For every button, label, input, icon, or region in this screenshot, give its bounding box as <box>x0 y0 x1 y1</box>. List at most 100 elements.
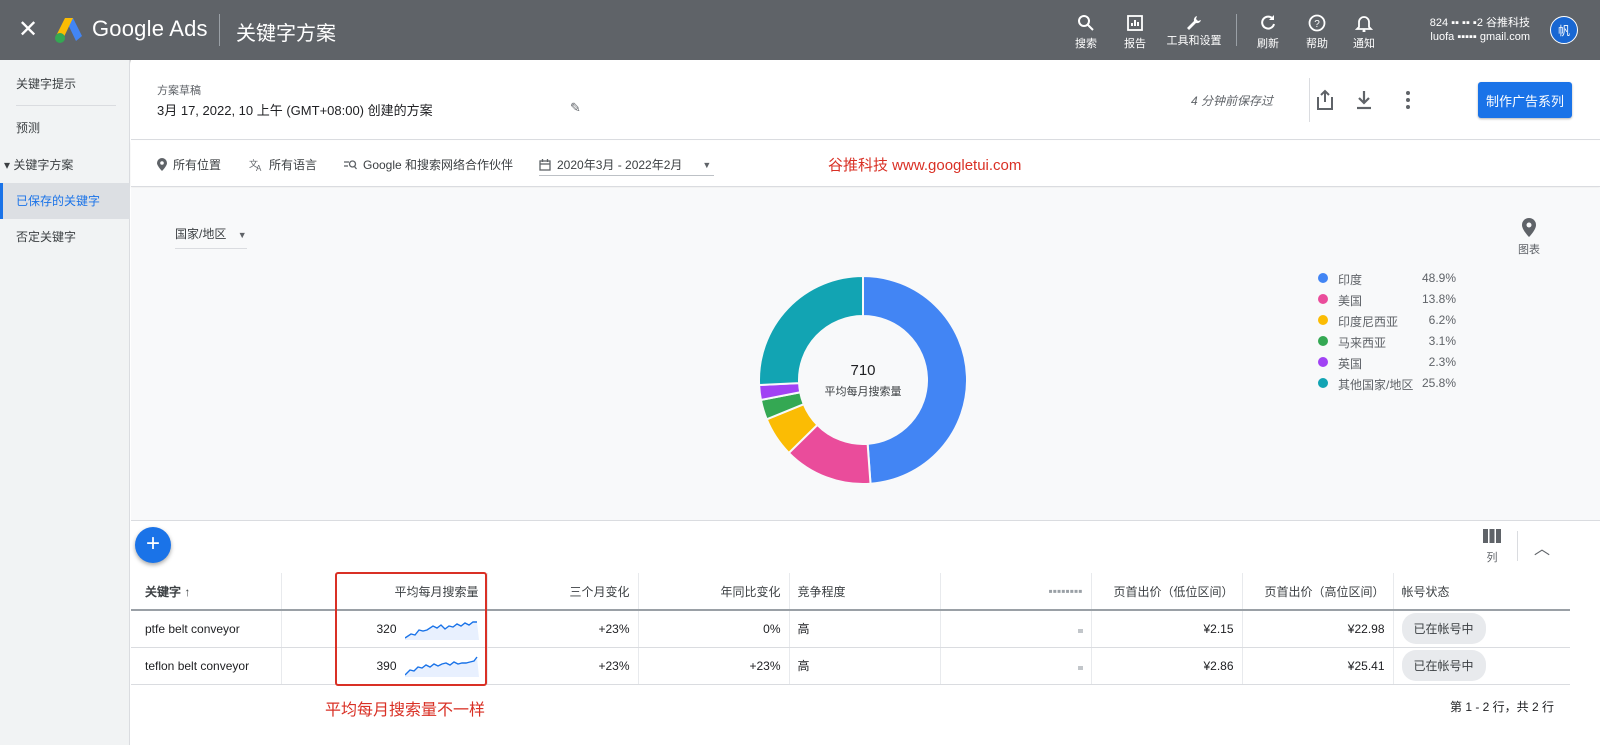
share-icon[interactable] <box>1313 88 1337 112</box>
chart-legend: 印度 48.9% 美国 13.8% 印度尼西亚 6.2% 马来西亚 3.1% 英国 2.3% 其他国… <box>1316 270 1456 396</box>
sidebar-item-negative-keywords[interactable]: 否定关键字 <box>0 219 130 255</box>
report-icon <box>1127 15 1143 31</box>
wrench-icon <box>1187 16 1201 30</box>
tools-settings-label: 工具和设置 <box>1166 35 1222 47</box>
sidebar: 关键字提示 预测 ▾ 关键字方案 已保存的关键字 否定关键字 <box>0 60 130 745</box>
legend-swatch <box>1318 294 1328 304</box>
close-icon[interactable]: ✕ <box>14 16 42 44</box>
map-view-label: 图表 <box>1518 244 1540 256</box>
search-label: 搜索 <box>1075 38 1097 50</box>
search-button[interactable]: 搜索 <box>1058 14 1114 51</box>
redacted-cell <box>940 647 1092 685</box>
language-filter[interactable]: 文A 所有语言 <box>249 156 317 173</box>
column-header-competition[interactable]: 竞争程度 <box>789 573 941 611</box>
chevron-up-icon[interactable]: ︿ <box>1534 535 1550 559</box>
column-header-avg-monthly-searches[interactable]: 平均每月搜索量 <box>336 573 488 611</box>
plan-header: 方案草稿 3月 17, 2022, 10 上午 (GMT+08:00) 创建的方… <box>131 60 1600 140</box>
page-title: 关键字方案 <box>236 23 336 45</box>
legend-swatch <box>1318 378 1328 388</box>
legend-value: 2.3% <box>1428 355 1456 369</box>
column-header-yoy-change[interactable]: 年同比变化 <box>638 573 790 611</box>
notifications-button[interactable]: 通知 <box>1336 14 1392 51</box>
brand-name: Google Ads <box>92 16 208 41</box>
column-header-top-bid-low[interactable]: 页首出价（低位区间） <box>1091 573 1243 611</box>
avatar[interactable]: 帆 <box>1550 16 1578 44</box>
calendar-icon <box>539 158 551 171</box>
table-row[interactable]: teflon belt conveyor 390 +23% +23% 高 ¥2.… <box>131 647 1570 685</box>
topbar-separator <box>1236 14 1237 46</box>
more-vert-icon[interactable] <box>1396 88 1420 112</box>
help-icon: ? <box>1308 14 1326 32</box>
competition-cell: 高 <box>789 647 941 685</box>
legend-value: 6.2% <box>1428 313 1456 327</box>
status-badge[interactable]: 已在帐号中 <box>1401 650 1486 681</box>
sidebar-item-forecast[interactable]: 预测 <box>0 110 130 146</box>
sidebar-divider <box>16 105 116 106</box>
refresh-button[interactable]: 刷新 <box>1240 14 1296 51</box>
legend-value: 25.8% <box>1421 376 1456 390</box>
translate-icon: 文A <box>249 158 262 171</box>
avg-searches-cell: 320 <box>336 610 488 648</box>
top-bid-low-cell: ¥2.15 <box>1091 610 1243 648</box>
bell-icon <box>1355 16 1373 32</box>
donut-slice-5[interactable] <box>758 274 864 387</box>
report-label: 报告 <box>1124 38 1146 50</box>
pencil-icon[interactable]: ✎ <box>570 100 581 116</box>
location-filter[interactable]: 所有位置 <box>157 156 221 173</box>
donut-slice-0[interactable] <box>862 274 968 485</box>
create-campaign-button[interactable]: 制作广告系列 <box>1478 82 1572 118</box>
column-header-three-month-change[interactable]: 三个月变化 <box>487 573 639 611</box>
filter-bar: 所有位置 文A 所有语言 Google 和搜索网络合作伙伴 2020年3月 - … <box>131 141 1600 187</box>
sidebar-item-saved-keywords[interactable]: 已保存的关键字 <box>0 183 130 219</box>
date-range-filter[interactable]: 2020年3月 - 2022年2月 ▼ <box>539 156 714 176</box>
legend-value: 13.8% <box>1421 292 1456 306</box>
tools-settings-button[interactable]: 工具和设置 <box>1158 14 1230 47</box>
refresh-icon <box>1261 15 1275 30</box>
geo-chart-panel: 国家/地区 ▼ 图表 710 平均每月搜索量 印度 48.9% 美国 13.8% 印度尼… <box>131 188 1600 520</box>
avg-searches-value: 320 <box>376 621 397 636</box>
column-header-keyword[interactable]: 关键字 ↑ <box>131 573 282 611</box>
table-row[interactable]: ptfe belt conveyor 320 +23% 0% 高 ¥2.15 ¥… <box>131 610 1570 648</box>
sidebar-item-keyword-ideas[interactable]: 关键字提示 <box>0 66 130 102</box>
svg-text:?: ? <box>1314 19 1320 30</box>
column-header-redacted[interactable]: ▪▪▪▪▪▪▪▪ <box>940 573 1092 611</box>
add-keyword-button[interactable]: + <box>135 527 171 563</box>
geo-select-label: 国家/地区 <box>175 227 227 241</box>
account-status-cell: 已在帐号中 <box>1393 610 1570 648</box>
legend-item: 其他国家/地区 25.8% <box>1316 375 1456 396</box>
columns-button[interactable]: 列 <box>1479 529 1505 565</box>
column-header-top-bid-high[interactable]: 页首出价（高位区间） <box>1242 573 1394 611</box>
watermark-text: 谷推科技 www.googletui.com <box>828 157 1022 174</box>
chart-center-label: 平均每月搜索量 <box>825 384 902 398</box>
network-filter[interactable]: Google 和搜索网络合作伙伴 <box>344 156 513 173</box>
geo-breakdown-select[interactable]: 国家/地区 ▼ <box>175 225 247 249</box>
download-icon[interactable] <box>1352 88 1376 112</box>
legend-item: 马来西亚 3.1% <box>1316 333 1456 354</box>
google-ads-logo <box>55 18 82 43</box>
account-id: 824 ▪▪ ▪▪ ▪2 谷推科技 <box>1429 17 1530 29</box>
legend-label: 美国 <box>1338 294 1363 308</box>
table-toolbar-separator <box>1517 531 1518 561</box>
report-button[interactable]: 报告 <box>1107 14 1163 51</box>
header-separator <box>1309 78 1310 122</box>
table-header-row: 关键字 ↑ 平均每月搜索量 三个月变化 年同比变化 竞争程度 ▪▪▪▪▪▪▪▪ … <box>131 573 1570 611</box>
chart-center-value: 710 <box>850 362 875 379</box>
legend-label: 印度 <box>1338 273 1363 287</box>
status-badge[interactable]: 已在帐号中 <box>1401 613 1486 645</box>
account-info[interactable]: 824 ▪▪ ▪▪ ▪2 谷推科技 luofa ▪▪▪▪▪ gmail.com <box>1430 16 1530 44</box>
yoy-change-cell: +23% <box>638 647 790 685</box>
columns-label: 列 <box>1486 552 1498 564</box>
location-pin-icon <box>157 158 167 171</box>
spacer-cell <box>281 610 337 648</box>
top-bid-high-cell: ¥22.98 <box>1242 610 1394 648</box>
yoy-change-cell: 0% <box>638 610 790 648</box>
top-app-bar: ✕ Google Ads 关键字方案 搜索 报告 工具和设置 刷新 ? 帮助 通… <box>0 0 1600 60</box>
dropdown-arrow-icon: ▼ <box>237 230 247 240</box>
legend-item: 英国 2.3% <box>1316 354 1456 375</box>
column-header-account-status[interactable]: 帐号状态 <box>1393 573 1570 611</box>
trend-sparkline <box>404 656 479 677</box>
sidebar-item-keyword-plans[interactable]: ▾ 关键字方案 <box>0 147 130 183</box>
top-bid-low-cell: ¥2.86 <box>1091 647 1243 685</box>
annotation-text: 平均每月搜索量不一样 <box>325 702 486 719</box>
map-view-button[interactable]: 图表 <box>1509 218 1549 257</box>
